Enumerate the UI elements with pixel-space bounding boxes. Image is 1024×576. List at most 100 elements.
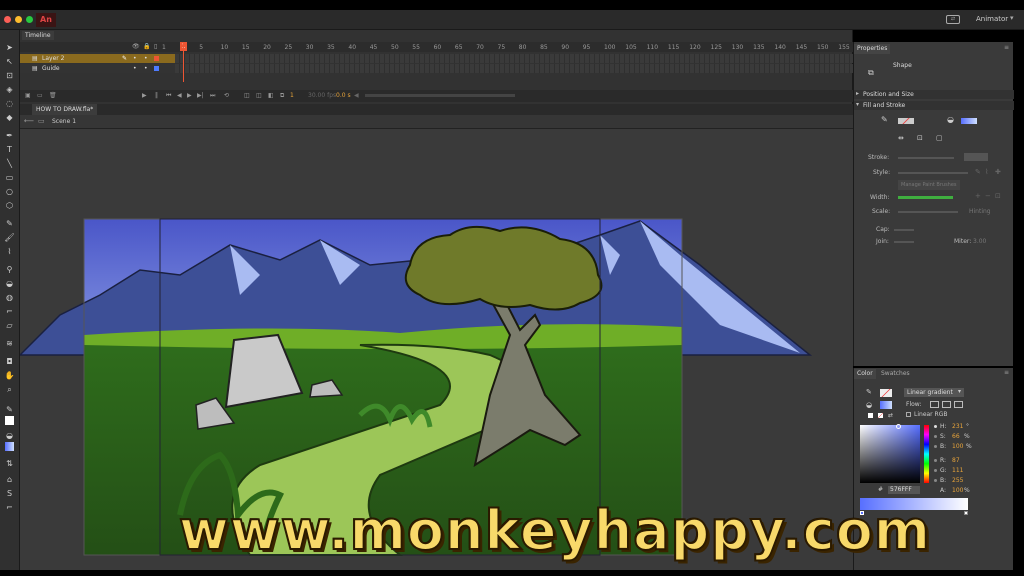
frame-number[interactable]: 20 (263, 44, 271, 51)
frame-number[interactable]: 55 (412, 44, 420, 51)
step-forward-icon[interactable]: ▶| (197, 90, 204, 102)
frame-number[interactable]: 15 (242, 44, 250, 51)
join-dropdown[interactable] (894, 241, 914, 243)
visibility-dot[interactable]: • (133, 54, 137, 63)
lock-dot[interactable]: • (144, 64, 148, 73)
brush-library-icon[interactable]: ⌇ (985, 168, 988, 176)
panel-menu-icon[interactable]: ≡ (1004, 44, 1009, 51)
frame-number[interactable]: 90 (561, 44, 569, 51)
edit-multiple-icon[interactable]: ◧ (268, 90, 274, 102)
blue-value[interactable]: 255 (952, 477, 963, 484)
fill-color-swatch[interactable] (880, 401, 892, 409)
oval-tool-icon[interactable]: ○ (4, 186, 15, 197)
linear-rgb-checkbox[interactable] (906, 412, 911, 417)
align-stroke-icon[interactable]: ⇹ (898, 134, 904, 142)
straighten-icon[interactable]: ⌐ (4, 502, 15, 513)
frame-number[interactable]: 85 (540, 44, 548, 51)
fill-color-icon[interactable]: ◒ (4, 430, 15, 441)
frame-number[interactable]: 5 (199, 44, 203, 51)
outline-color-swatch[interactable] (154, 56, 159, 61)
document-tab[interactable]: HOW TO DRAW.fla* (32, 104, 98, 115)
stroke-outside-icon[interactable]: ▢ (936, 134, 943, 142)
cap-dropdown[interactable] (894, 229, 914, 231)
width-options-icon[interactable]: ⊡ (995, 192, 1001, 200)
current-frame-field[interactable]: 1 (290, 90, 294, 102)
chevron-down-icon[interactable]: ▾ (958, 388, 961, 395)
add-width-icon[interactable]: + (975, 192, 981, 200)
step-back-icon[interactable]: ◀ (177, 90, 182, 102)
eyedropper-tool-icon[interactable]: ⌐ (4, 306, 15, 317)
smooth-icon[interactable]: S (4, 488, 15, 499)
frame-number[interactable]: 120 (689, 44, 700, 51)
selection-tool-icon[interactable]: ➤ (4, 42, 15, 53)
parent-icon[interactable]: ‖ (155, 90, 158, 102)
swap-colors-icon[interactable]: ⇄ (888, 412, 893, 419)
frame-number[interactable]: 1 (162, 44, 166, 51)
gradient-type-dropdown[interactable]: Linear gradient (904, 388, 964, 397)
playhead-line[interactable] (183, 42, 184, 82)
outline-icon[interactable]: ▯ (154, 43, 157, 50)
flow-repeat-button[interactable] (954, 401, 963, 408)
text-tool-icon[interactable]: T (4, 144, 15, 155)
lasso-tool-icon[interactable]: ◌ (4, 98, 15, 109)
scene-breadcrumb[interactable]: Scene 1 (52, 118, 76, 125)
hue-slider[interactable] (924, 425, 929, 483)
frame-number[interactable]: 70 (476, 44, 484, 51)
visibility-dot[interactable]: • (133, 64, 137, 73)
frame-number[interactable]: 25 (285, 44, 293, 51)
frame-number[interactable]: 100 (604, 44, 615, 51)
fill-color-swatch[interactable] (961, 118, 977, 124)
color-picker-cursor[interactable] (896, 424, 901, 429)
frame-number[interactable]: 75 (498, 44, 506, 51)
brush-tool-icon[interactable]: 🖌 (4, 232, 15, 243)
frame-number[interactable]: 110 (647, 44, 658, 51)
workspace-switcher[interactable]: Animator (976, 15, 1008, 23)
ink-bottle-tool-icon[interactable]: ◍ (4, 292, 15, 303)
stroke-color-swatch[interactable] (898, 118, 914, 124)
chevron-down-icon[interactable]: ▾ (856, 101, 859, 108)
layer-2-frames[interactable] (175, 54, 853, 63)
color-saturation-field[interactable] (860, 425, 920, 483)
frame-number[interactable]: 80 (519, 44, 527, 51)
loop-icon[interactable]: ⟲ (224, 90, 229, 102)
shape-tool-icon[interactable]: ◆ (4, 112, 15, 123)
line-tool-icon[interactable]: ╲ (4, 158, 15, 169)
stroke-color-swatch[interactable] (5, 416, 14, 425)
scroll-left-icon[interactable]: ◀ (354, 90, 359, 102)
eye-icon[interactable]: 👁 (132, 43, 140, 50)
width-profile[interactable] (898, 196, 953, 199)
3d-rotation-tool-icon[interactable]: ◈ (4, 84, 15, 95)
add-style-icon[interactable]: ✚ (995, 168, 1001, 176)
radio-b[interactable] (934, 445, 937, 448)
timeline-scrollbar[interactable] (365, 94, 515, 97)
subselection-tool-icon[interactable]: ↖ (4, 56, 15, 67)
stroke-inside-icon[interactable]: ⊡ (917, 134, 923, 142)
frame-number[interactable]: 30 (306, 44, 314, 51)
frame-number[interactable]: 45 (370, 44, 378, 51)
tab-swatches[interactable]: Swatches (878, 369, 913, 379)
bone-tool-icon[interactable]: ⚲ (4, 264, 15, 275)
sync-icon[interactable]: ⇄ (946, 15, 960, 24)
polystar-tool-icon[interactable]: ⬡ (4, 200, 15, 211)
stroke-color-swatch[interactable] (880, 389, 892, 397)
frame-number[interactable]: 65 (455, 44, 463, 51)
modify-markers-icon[interactable]: ⧉ (280, 90, 284, 102)
width-tool-icon[interactable]: ≋ (4, 338, 15, 349)
remove-width-icon[interactable]: − (985, 192, 991, 200)
section-fill-stroke[interactable]: Fill and Stroke (854, 101, 1014, 110)
frame-number[interactable]: 130 (732, 44, 743, 51)
frame-number[interactable]: 115 (668, 44, 679, 51)
fps-field[interactable]: 30.00 fps (308, 90, 336, 102)
b-value[interactable]: 100 (952, 443, 963, 450)
close-window-button[interactable] (4, 16, 11, 23)
last-frame-icon[interactable]: ⏭ (210, 90, 215, 102)
flow-reflect-button[interactable] (942, 401, 951, 408)
edit-style-icon[interactable]: ✎ (975, 168, 981, 176)
outline-color-swatch[interactable] (154, 66, 159, 71)
tab-color[interactable]: Color (854, 369, 876, 379)
frame-number[interactable]: 140 (774, 44, 785, 51)
scale-dropdown[interactable] (898, 211, 958, 213)
section-position-size[interactable]: Position and Size (854, 90, 1014, 99)
back-arrow-icon[interactable]: ⟵ (24, 117, 34, 125)
pencil-tool-icon[interactable]: ✎ (4, 218, 15, 229)
